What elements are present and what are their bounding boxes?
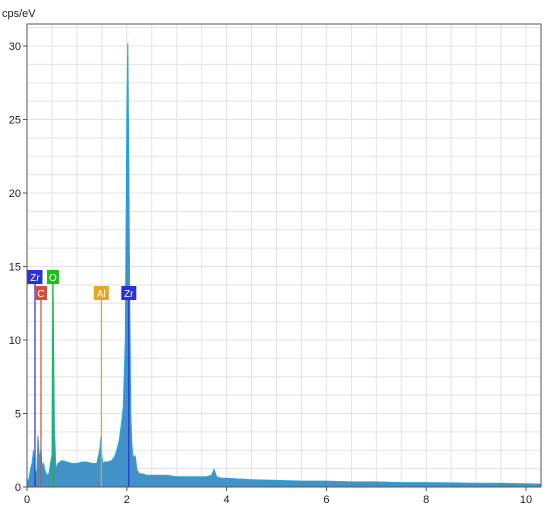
y-axis-label: cps/eV	[2, 8, 36, 20]
element-marker-al: Al	[93, 286, 109, 487]
x-tick-label: 2	[124, 494, 130, 506]
marker-label: O	[49, 273, 57, 284]
marker-label: Al	[97, 289, 106, 300]
spectrum-series	[26, 43, 542, 488]
grid	[26, 24, 541, 488]
x-tick-label: 4	[224, 494, 230, 506]
x-tick-labels: 0 2 4 6 8 10	[24, 487, 532, 506]
x-tick-label: 0	[24, 494, 30, 506]
marker-label: Zr	[124, 289, 134, 300]
x-tick-label: 10	[520, 494, 532, 506]
y-tick-label: 20	[9, 188, 21, 200]
spectrum-area	[26, 43, 542, 488]
element-marker-c: C	[34, 286, 47, 487]
y-tick-label: 15	[9, 262, 21, 274]
y-tick-labels: 0 5 10 15 20 25 30	[9, 41, 27, 494]
y-tick-label: 5	[15, 409, 21, 421]
x-tick-label: 8	[423, 494, 429, 506]
y-tick-label: 25	[9, 115, 21, 127]
plot-frame	[26, 23, 542, 488]
marker-label: C	[37, 289, 44, 300]
y-tick-label: 0	[15, 482, 21, 494]
axes	[26, 23, 542, 488]
element-marker-o: O	[46, 270, 59, 487]
spectrum-chart: Zr OC Al Zr 0 5 10 15 20 25 30 0 2 4 6 8 10 cps/eV	[2, 8, 542, 506]
marker-label: Zr	[30, 273, 40, 284]
x-tick-label: 6	[323, 494, 329, 506]
y-tick-label: 10	[9, 335, 21, 347]
y-tick-label: 30	[9, 41, 21, 53]
